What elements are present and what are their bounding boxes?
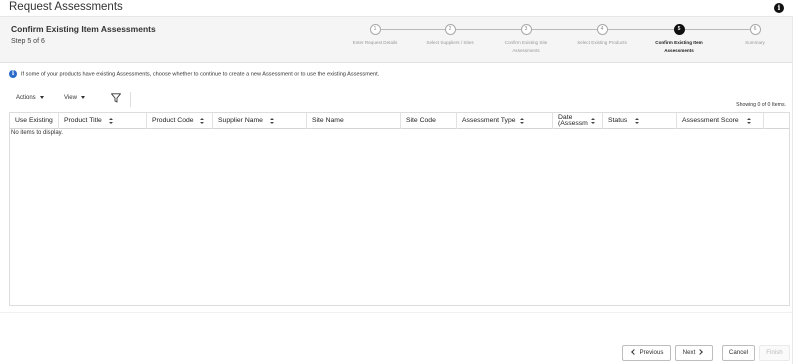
train-stop-number: 6 [749,24,761,35]
footer-divider [0,312,793,313]
sort-icon [200,118,205,125]
sort-icon [591,118,596,125]
train-stop-1[interactable]: 1 Enter Request Details [335,22,415,47]
previous-button[interactable]: Previous [622,345,671,361]
column-header-assessment-type[interactable]: Assessment Type [457,113,553,129]
train-stop-label: Confirm Existing Site Assessments [504,40,548,53]
app-header: Request Assessments i [0,0,793,17]
train-stop-6[interactable]: 6 Summary [715,22,793,47]
sort-icon [747,118,752,125]
filter-icon[interactable] [111,93,121,103]
caret-down-icon [80,95,85,99]
info-circle-icon: i [9,70,17,78]
step-train: 1 Enter Request Details 2 Select Supplie… [330,22,790,62]
actions-menu-button[interactable]: Actions [16,95,44,101]
column-header-assessment-score[interactable]: Assessment Score [677,113,764,129]
train-stop-number: 3 [520,24,532,35]
column-header-use-existing: Use Existing [10,113,59,129]
train-stop-3[interactable]: 3 Confirm Existing Site Assessments [486,22,566,55]
column-header-site-name: Site Name [307,113,401,129]
sort-icon [270,118,275,125]
finish-button[interactable]: Finish [759,345,790,361]
train-stop-number: 2 [444,24,456,35]
view-menu-button[interactable]: View [64,95,85,101]
train-stop-label: Enter Request Details [352,40,398,45]
train-stop-5[interactable]: 5 Confirm Existing Item Assessments [639,22,719,55]
info-icon[interactable]: i [774,3,784,13]
train-stop-number: 5 [673,24,685,35]
page-header: Confirm Existing Item Assessments Step 5… [0,17,793,63]
empty-table-message: No items to display. [11,130,63,136]
table-header-row: Use Existing Product Title Product Code … [10,113,789,129]
actions-label: Actions [16,95,36,101]
column-header-product-code[interactable]: Product Code [147,113,213,129]
column-header-date[interactable]: Date (Assessm [553,113,603,129]
column-header-supplier-name[interactable]: Supplier Name [213,113,307,129]
info-message: i If some of your products have existing … [9,70,379,78]
train-stop-number: 4 [596,24,608,35]
assessments-table: Use Existing Product Title Product Code … [9,112,790,306]
train-stop-label: Summary [745,40,765,45]
column-header-product-title[interactable]: Product Title [59,113,147,129]
sort-icon [635,118,640,125]
page-title: Confirm Existing Item Assessments [11,24,156,34]
chevron-left-icon [631,349,638,356]
app-title: Request Assessments [9,1,123,13]
column-header-site-code: Site Code [401,113,457,129]
sort-icon [109,118,114,125]
cancel-button[interactable]: Cancel [722,345,755,361]
sort-icon [520,118,525,125]
train-stop-label: Select Existing Products [577,40,627,45]
caret-down-icon [39,95,44,99]
train-stop-4[interactable]: 4 Select Existing Products [562,22,642,47]
train-stop-label: Confirm Existing Item Assessments [655,40,703,53]
next-button[interactable]: Next [675,345,713,361]
toolbar-divider [130,92,131,107]
item-count-text: Showing 0 of 0 Items. [736,102,786,108]
train-stop-number: 1 [369,24,381,35]
step-indicator: Step 5 of 6 [11,38,45,45]
column-header-status[interactable]: Status [603,113,677,129]
info-message-text: If some of your products have existing A… [21,71,380,78]
chevron-right-icon [697,349,704,356]
view-label: View [64,95,77,101]
train-stop-2[interactable]: 2 Select Suppliers / Sites [410,22,490,47]
train-stop-label: Select Suppliers / Sites [426,40,474,45]
